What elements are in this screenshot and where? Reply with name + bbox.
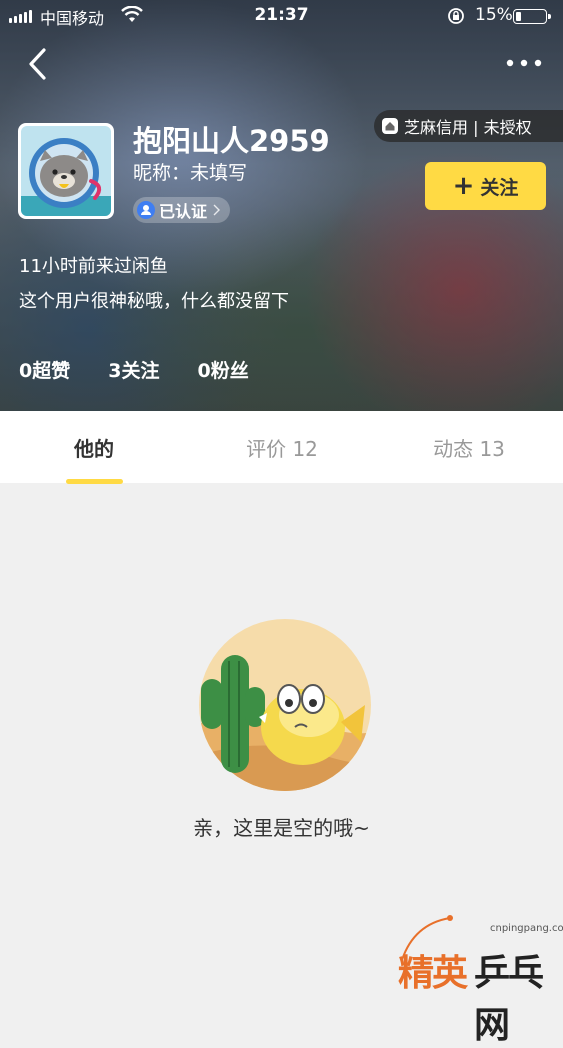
back-icon[interactable] [24, 46, 54, 82]
nickname: 昵称：未填写 [133, 162, 248, 184]
follow-button[interactable]: + 关注 [425, 162, 546, 210]
stat-likes[interactable]: 0超赞 [19, 356, 70, 383]
username: 抱阳山人2959 [133, 124, 330, 158]
tab-bar: 他的 评价 12 动态 13 [0, 411, 563, 484]
rotation-lock-icon [448, 8, 464, 24]
plus-icon: + [452, 171, 475, 201]
empty-illustration [199, 619, 371, 791]
stat-followers[interactable]: 0粉丝 [197, 356, 248, 383]
watermark-url: cnpingpang.com [490, 923, 563, 934]
more-icon[interactable] [504, 52, 544, 74]
tab-activity[interactable]: 动态 13 [375, 433, 563, 462]
battery-percent: 15% [475, 5, 513, 25]
stat-following[interactable]: 3关注 [108, 356, 159, 383]
verified-label: 已认证 [159, 202, 208, 221]
empty-message: 亲，这里是空的哦~ [193, 816, 370, 840]
avatar[interactable] [18, 123, 114, 219]
credit-badge[interactable]: 芝麻信用 | 未授权 [374, 110, 563, 142]
watermark: cnpingpang.com 精英 乒乓网 [390, 912, 563, 1046]
status-bar: 中国移动 21:37 15% [0, 0, 563, 32]
watermark-text-2: 乒乓网 [474, 953, 544, 1046]
profile-header: 中国移动 21:37 15% 抱阳山人2959 昵称：未填写 已认证 芝麻信用 … [0, 0, 563, 411]
tab-indicator [66, 479, 123, 484]
bio-text: 这个用户很神秘哦，什么都没留下 [19, 291, 289, 312]
verified-badge[interactable]: 已认证 [133, 197, 231, 223]
home-icon [382, 118, 398, 134]
tab-his[interactable]: 他的 [0, 433, 188, 462]
credit-label: 芝麻信用 | 未授权 [404, 118, 532, 137]
follow-label: 关注 [480, 176, 519, 199]
tab-reviews[interactable]: 评价 12 [188, 433, 376, 462]
chevron-right-icon [213, 204, 221, 216]
battery-icon [513, 9, 551, 24]
last-visit-text: 11小时前来过闲鱼 [19, 256, 168, 277]
stats-row: 0超赞 3关注 0粉丝 [19, 356, 249, 383]
watermark-text-1: 精英 [398, 953, 468, 994]
verified-icon [137, 201, 155, 219]
